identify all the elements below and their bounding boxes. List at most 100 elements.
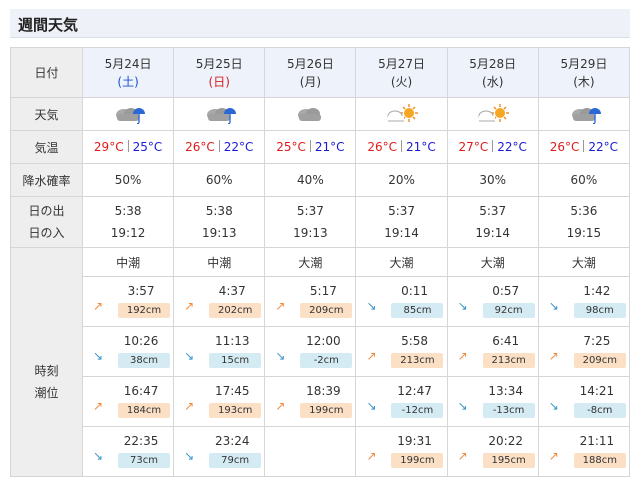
tide-time: 0:11: [401, 284, 429, 298]
cloud-rain-icon: [567, 102, 601, 124]
tide-level-badge: -8cm: [573, 403, 626, 418]
tide-time: 14:21: [579, 384, 615, 398]
temp-divider: [309, 140, 311, 152]
row-label-text: 気温: [34, 140, 59, 155]
tide-cell: ↘ 0:11 85cm: [355, 276, 448, 327]
high-tide-arrow-icon: ↗: [184, 399, 195, 413]
tide-time: 20:22: [488, 434, 523, 448]
section-title: 週間天気: [18, 16, 79, 34]
row-label-text: 日の入: [28, 226, 65, 240]
rain-cell: 60%: [537, 163, 631, 197]
temp-low: 22°C: [497, 140, 527, 154]
high-tide-arrow-icon: ↗: [366, 349, 377, 363]
tide-cell: ↘ 12:00 -2cm: [264, 326, 357, 377]
temp-high: 26°C: [185, 140, 215, 154]
weekly-weather-table: 日付 5月24日 (土) 5月25日 (日) 5月26日 (月) 5月27日 (火) 5月28日 (…: [10, 47, 631, 477]
tide-cell: ↗ 16:47 184cm: [81, 376, 175, 427]
tide-level-badge: -13cm: [482, 403, 535, 418]
low-tide-arrow-icon: ↘: [275, 349, 286, 363]
tide-time: 1:42: [583, 284, 611, 298]
tide-type: 大潮: [298, 255, 323, 270]
tide-time: 7:25: [583, 334, 611, 348]
tide-level-badge: 98cm: [573, 303, 626, 318]
tide-cell: ↗ 17:45 193cm: [173, 376, 266, 427]
day-of-week: (月): [299, 74, 322, 89]
tide-cell: ↗ 6:41 213cm: [446, 326, 539, 377]
tide-type: 中潮: [116, 255, 141, 270]
temperature-cell: 26°C 21°C: [355, 130, 448, 164]
tide-level-badge: 209cm: [300, 303, 353, 318]
sun-cell: 5:37 19:14: [446, 196, 539, 248]
tide-cell: ↘ 14:21 -8cm: [537, 376, 631, 427]
sunrise-time: 5:37: [296, 204, 324, 218]
sunset-time: 19:14: [384, 226, 419, 240]
tide-type-cell: 中潮: [81, 247, 175, 277]
low-tide-arrow-icon: ↘: [457, 399, 468, 413]
rain-probability: 50%: [114, 173, 142, 187]
tide-level-badge: 213cm: [482, 353, 535, 368]
tide-time: 11:13: [214, 334, 250, 348]
tide-level-badge: 188cm: [573, 453, 626, 468]
tide-cell: ↘ 13:34 -13cm: [446, 376, 539, 427]
day-of-week: (土): [117, 74, 139, 89]
low-tide-arrow-icon: ↘: [366, 299, 377, 313]
day-of-week: (水): [482, 74, 504, 89]
day-header: 5月28日 (水): [446, 47, 539, 98]
tide-cell: ↗ 5:17 209cm: [264, 276, 357, 327]
tide-level-badge: 15cm: [209, 353, 262, 368]
sun-cell: 5:36 19:15: [537, 196, 631, 248]
weather-cell: [81, 97, 175, 131]
tide-cell: ↗ 19:31 199cm: [355, 426, 448, 477]
temp-high: 25°C: [276, 140, 306, 154]
temp-divider: [218, 140, 220, 152]
weather-cell: [355, 97, 448, 131]
tide-level-badge: 85cm: [391, 303, 444, 318]
tide-level-badge: 184cm: [118, 403, 170, 418]
temp-high: 29°C: [93, 140, 124, 154]
sun-cell: 5:37 19:13: [264, 196, 357, 248]
tide-type-cell: 大潮: [446, 247, 539, 277]
tide-type-cell: 中潮: [173, 247, 266, 277]
row-label: 気温: [10, 130, 83, 164]
temp-low: 21°C: [314, 140, 345, 154]
tide-row: ↘ 22:35 73cm ↘ 23:24 79cm ↗ 19:31 199cm ↗ 20:22 195…: [11, 426, 631, 477]
high-tide-arrow-icon: ↗: [457, 349, 468, 363]
rain-probability: 20%: [388, 173, 415, 187]
temperature-cell: 26°C 22°C: [173, 130, 266, 164]
tide-time: 0:57: [492, 284, 520, 298]
tide-cell: ↗ 7:25 209cm: [537, 326, 631, 377]
tide-type-cell: 大潮: [537, 247, 631, 277]
low-tide-arrow-icon: ↘: [366, 399, 377, 413]
weather-row: 天気: [10, 97, 631, 131]
tide-level-badge: 199cm: [300, 403, 353, 418]
temp-low: 22°C: [588, 140, 619, 154]
high-tide-arrow-icon: ↗: [93, 299, 104, 313]
tide-time: 19:31: [397, 434, 432, 448]
sunrise-time: 5:38: [205, 204, 233, 218]
row-label-text: 時刻: [34, 364, 59, 378]
low-tide-arrow-icon: ↘: [93, 349, 104, 363]
high-tide-arrow-icon: ↗: [93, 399, 104, 413]
high-tide-arrow-icon: ↗: [275, 299, 286, 313]
tide-level-badge: -2cm: [300, 353, 353, 368]
cloud-icon: [293, 102, 327, 124]
tide-time: 23:24: [214, 434, 250, 448]
low-tide-arrow-icon: ↘: [184, 449, 195, 463]
sunset-time: 19:13: [201, 226, 237, 240]
temp-divider: [492, 140, 494, 152]
tide-level-badge: 192cm: [118, 303, 170, 318]
tide-cell: ↘ 0:57 92cm: [446, 276, 539, 327]
high-tide-arrow-icon: ↗: [457, 449, 468, 463]
tide-cell: ↗ 5:58 213cm: [355, 326, 448, 377]
tide-cell: ↘ 23:24 79cm: [173, 426, 266, 477]
sunset-time: 19:14: [475, 226, 510, 240]
tide-time: 5:58: [401, 334, 429, 348]
high-tide-arrow-icon: ↗: [366, 449, 377, 463]
tide-level-badge: -12cm: [391, 403, 444, 418]
tide-cell: ↗ 18:39 199cm: [264, 376, 357, 427]
row-label: 日付: [10, 47, 83, 98]
sun-cell: 5:38 19:13: [173, 196, 266, 248]
tide-cell: ↗ 20:22 195cm: [446, 426, 539, 477]
tide-level-badge: 79cm: [209, 453, 262, 468]
tide-time: 16:47: [123, 384, 159, 398]
